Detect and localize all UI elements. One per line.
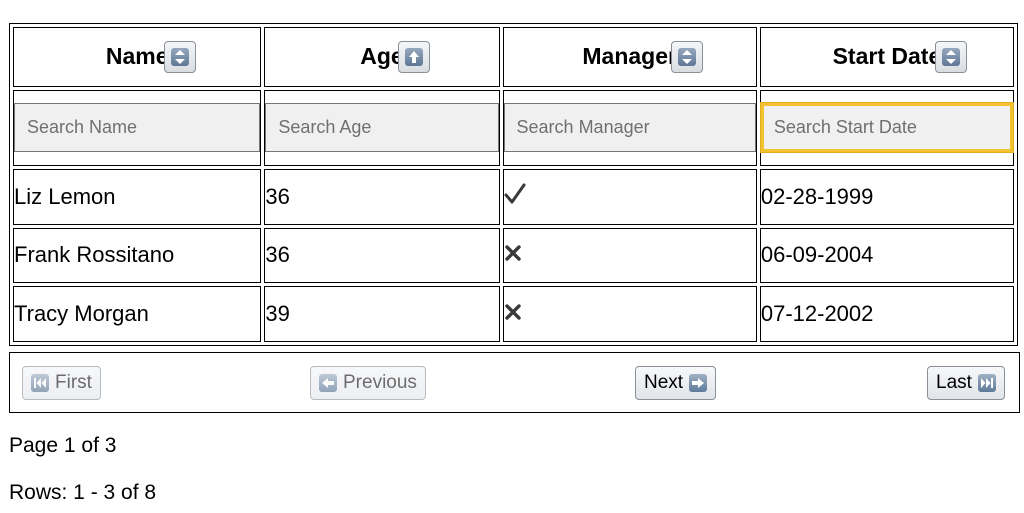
table-row: Frank Rossitano 36 06-09-2004 xyxy=(13,227,1014,284)
header-age-label: Age xyxy=(360,43,404,70)
cell-name: Liz Lemon xyxy=(13,168,262,225)
sort-both-icon[interactable] xyxy=(670,40,703,73)
cell-start-date: 02-28-1999 xyxy=(759,168,1014,225)
cell-manager xyxy=(502,286,757,342)
cell-start-date: 06-09-2004 xyxy=(759,227,1014,284)
header-age[interactable]: Age xyxy=(264,27,500,87)
cell-age: 36 xyxy=(264,168,500,225)
last-page-icon xyxy=(977,374,996,392)
x-icon xyxy=(504,303,522,325)
next-page-icon xyxy=(689,374,708,392)
previous-page-button[interactable]: Previous xyxy=(310,366,426,400)
cell-age: 39 xyxy=(264,286,500,342)
next-page-label: Next xyxy=(644,372,684,393)
last-page-label: Last xyxy=(936,372,972,393)
cell-name: Tracy Morgan xyxy=(13,286,262,342)
cell-name: Frank Rossitano xyxy=(13,227,262,284)
table-row: Tracy Morgan 39 07-12-2002 xyxy=(13,286,1014,342)
cell-manager xyxy=(502,168,757,225)
filter-cell-start-date xyxy=(759,89,1014,166)
table-row: Liz Lemon 36 02-28-1999 xyxy=(13,168,1014,225)
data-grid: Name Age Manager Start Date Search Name … xyxy=(9,23,1018,346)
first-page-label: First xyxy=(55,372,92,393)
previous-page-icon xyxy=(319,374,337,392)
cell-start-date: 07-12-2002 xyxy=(759,286,1014,342)
filter-cell-manager xyxy=(502,89,757,166)
search-name-input[interactable] xyxy=(14,103,261,153)
first-page-button[interactable]: First xyxy=(22,366,101,400)
header-manager[interactable]: Manager xyxy=(502,27,757,87)
search-age-input[interactable] xyxy=(265,103,499,153)
cell-manager xyxy=(502,227,757,284)
search-start-date-input[interactable] xyxy=(760,103,1013,153)
last-page-button[interactable]: Last xyxy=(927,366,1005,400)
header-row: Name Age Manager Start Date xyxy=(13,27,1014,87)
check-icon xyxy=(504,183,526,209)
header-start-date-label: Start Date xyxy=(832,43,942,70)
cell-age: 36 xyxy=(264,227,500,284)
filter-cell-name xyxy=(13,89,262,166)
header-name-label: Name xyxy=(105,43,169,70)
next-page-button[interactable]: Next xyxy=(635,366,717,400)
sort-up-icon[interactable] xyxy=(398,40,431,73)
sort-both-icon[interactable] xyxy=(164,40,196,73)
sort-both-icon[interactable] xyxy=(934,40,967,73)
filter-row xyxy=(13,89,1014,166)
filter-cell-age xyxy=(264,89,500,166)
page-indicator: Page 1 of 3 xyxy=(9,434,117,457)
header-manager-label: Manager xyxy=(582,43,677,70)
previous-page-label: Previous xyxy=(343,372,417,393)
rows-indicator: Rows: 1 - 3 of 8 xyxy=(9,481,157,504)
header-start-date[interactable]: Start Date xyxy=(759,27,1014,87)
header-name[interactable]: Name xyxy=(13,27,262,87)
search-manager-input[interactable] xyxy=(503,103,756,153)
first-page-icon xyxy=(31,374,49,392)
x-icon xyxy=(504,245,522,266)
data-table: Name Age Manager Start Date Search Name … xyxy=(10,24,1017,345)
pagination-bar: First Previous Next Last xyxy=(9,352,1020,413)
